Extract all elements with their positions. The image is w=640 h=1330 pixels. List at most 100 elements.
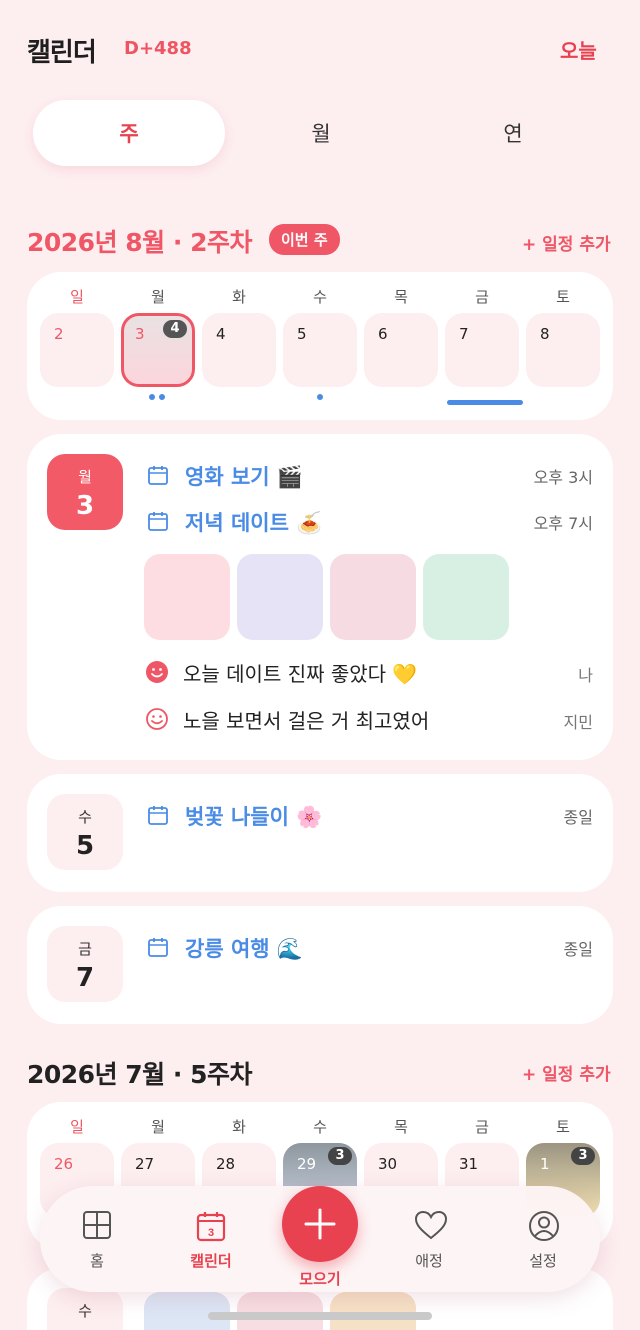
photo-thumbnail[interactable]	[237, 554, 323, 640]
weekday-label: 화	[232, 288, 246, 306]
nav-label: 애정	[415, 1252, 443, 1270]
date-chip[interactable]: 수 5	[47, 794, 123, 870]
weekday-label: 금	[475, 288, 489, 306]
day-number: 30	[378, 1155, 398, 1173]
day-number: 27	[135, 1155, 155, 1173]
event-title: 영화 보기 🎬	[185, 465, 304, 489]
add-button-label: 모으기	[299, 1270, 341, 1288]
event-dot	[159, 394, 165, 400]
day-cell[interactable]: 2	[40, 313, 114, 387]
weekday-label: 목	[394, 1118, 408, 1136]
calendar-icon	[148, 512, 168, 531]
smile-filled-icon	[146, 661, 168, 683]
calendar-icon	[148, 938, 168, 957]
nav-affection[interactable]: 애정	[384, 1186, 474, 1292]
day-number: 4	[216, 325, 226, 343]
calendar-icon: 3	[196, 1212, 226, 1242]
nav-calendar[interactable]: 3 캘린더	[166, 1186, 256, 1292]
day-number: 2	[54, 325, 64, 343]
event-title: 저녁 데이트 🍝	[185, 511, 323, 535]
day-number: 8	[540, 325, 550, 343]
day-card: 금 7 강릉 여행 🌊 종일	[27, 906, 613, 1024]
event-row[interactable]: 영화 보기 🎬 오후 3시	[147, 460, 593, 490]
view-segmented-control: 주 월 연	[27, 100, 613, 170]
multiday-event-bar	[447, 400, 523, 405]
smile-outline-icon	[146, 708, 168, 730]
day-cell[interactable]: 6	[364, 313, 438, 387]
day-card: 월 3 영화 보기 🎬 오후 3시 저녁 데이트 🍝 오후 7시 오늘 데이트 …	[27, 434, 613, 760]
day-cell[interactable]: 7	[445, 313, 519, 387]
memo-row[interactable]: 노을 보면서 걸은 거 최고였어 지민	[145, 704, 593, 734]
event-row[interactable]: 벚꽃 나들이 🌸 종일	[147, 800, 593, 830]
photo-thumbnail[interactable]	[237, 1292, 323, 1330]
page-title: 캘린더	[27, 38, 97, 68]
date-chip-day: 3	[75, 491, 95, 521]
date-chip-day: 5	[75, 831, 95, 861]
photo-count-badge: 4	[163, 320, 187, 338]
today-button[interactable]: 오늘	[560, 35, 597, 64]
day-number: 28	[216, 1155, 236, 1173]
nav-label: 설정	[529, 1252, 557, 1270]
date-chip-weekday: 수	[78, 1302, 92, 1320]
add-event-button[interactable]: + 일정 추가	[522, 230, 611, 255]
event-title: 강릉 여행 🌊	[185, 937, 304, 961]
week-strip: 일 월 화 수 목 금 토 2 3 4 4 5 6 7 8	[27, 272, 613, 420]
photo-thumbnail[interactable]	[144, 554, 230, 640]
photo-count-badge: 3	[571, 1147, 595, 1165]
weekday-label: 월	[151, 1118, 165, 1136]
segment-week[interactable]: 주	[33, 100, 225, 166]
photo-thumbnail[interactable]	[330, 1292, 416, 1330]
profile-icon	[529, 1211, 559, 1241]
photo-thumbnail[interactable]	[423, 554, 509, 640]
day-cell[interactable]: 5	[283, 313, 357, 387]
segment-month[interactable]: 월	[225, 100, 417, 166]
day-number: 6	[378, 325, 388, 343]
nav-home[interactable]: 홈	[52, 1186, 142, 1292]
weekday-label: 목	[394, 288, 408, 306]
weekday-label: 토	[556, 1118, 570, 1136]
event-row[interactable]: 강릉 여행 🌊 종일	[147, 932, 593, 962]
this-week-badge: 이번 주	[269, 224, 340, 255]
day-card: 수 5 벚꽃 나들이 🌸 종일	[27, 774, 613, 892]
day-number: 26	[54, 1155, 74, 1173]
date-chip[interactable]: 월 3	[47, 454, 123, 530]
date-chip[interactable]: 금 7	[47, 926, 123, 1002]
memo-text: 오늘 데이트 진짜 좋았다 💛	[183, 662, 418, 686]
weekday-label: 토	[556, 288, 570, 306]
date-chip-weekday: 수	[78, 808, 92, 826]
calendar-icon	[148, 466, 168, 485]
photo-thumbnail[interactable]	[330, 554, 416, 640]
event-title: 벚꽃 나들이 🌸	[185, 805, 323, 829]
day-cell-selected[interactable]: 3 4	[121, 313, 195, 387]
weekday-label: 일	[70, 288, 84, 306]
day-number: 5	[297, 325, 307, 343]
photo-thumbnail[interactable]	[144, 1292, 230, 1330]
date-chip-weekday: 월	[78, 468, 92, 486]
nav-settings[interactable]: 설정	[498, 1186, 588, 1292]
event-row[interactable]: 저녁 데이트 🍝 오후 7시	[147, 506, 593, 536]
heart-icon	[414, 1210, 448, 1240]
weekday-label: 월	[151, 288, 165, 306]
segment-year[interactable]: 연	[417, 100, 609, 166]
memo-row[interactable]: 오늘 데이트 진짜 좋았다 💛 나	[145, 657, 593, 687]
add-event-button[interactable]: + 일정 추가	[522, 1060, 611, 1085]
calendar-icon-date: 3	[208, 1227, 214, 1239]
date-chip[interactable]: 수	[47, 1288, 123, 1330]
weekday-label: 수	[313, 288, 327, 306]
weekday-label: 수	[313, 1118, 327, 1136]
event-time: 종일	[563, 808, 593, 827]
weekday-label: 화	[232, 1118, 246, 1136]
event-time: 오후 7시	[533, 514, 593, 533]
day-cell[interactable]: 8	[526, 313, 600, 387]
add-button[interactable]	[282, 1186, 358, 1262]
day-number: 31	[459, 1155, 479, 1173]
memo-author: 지민	[563, 713, 593, 732]
event-time: 오후 3시	[533, 468, 593, 487]
event-time: 종일	[563, 940, 593, 959]
date-chip-day: 7	[75, 963, 95, 993]
day-number: 1	[540, 1155, 550, 1173]
grid-icon	[83, 1211, 111, 1239]
day-cell[interactable]: 4	[202, 313, 276, 387]
memo-text: 노을 보면서 걸은 거 최고였어	[183, 709, 430, 733]
event-dot	[149, 394, 155, 400]
